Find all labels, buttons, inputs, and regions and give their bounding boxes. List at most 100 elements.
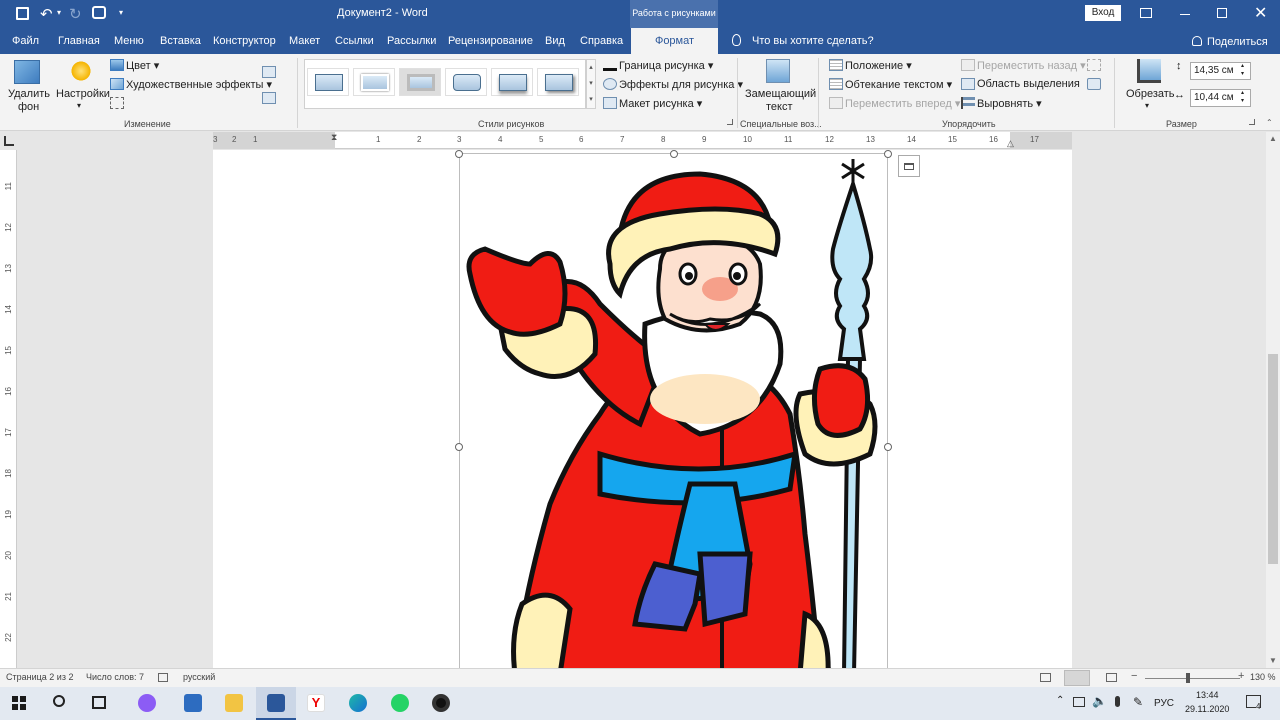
tab-mailings[interactable]: Рассылки	[387, 35, 436, 47]
tab-file[interactable]: Файл	[12, 35, 39, 47]
volume-icon[interactable]: 🔈	[1092, 694, 1107, 708]
selection-pane-button[interactable]: Область выделения	[977, 78, 1080, 90]
tab-view[interactable]: Вид	[545, 35, 565, 47]
santa-picture[interactable]	[459, 153, 888, 668]
picture-style-2[interactable]	[353, 68, 395, 96]
zoom-slider[interactable]	[1145, 678, 1240, 679]
tab-review[interactable]: Рецензирование	[448, 35, 533, 47]
tab-home[interactable]: Главная	[58, 35, 100, 47]
picture-style-3[interactable]	[399, 68, 441, 96]
undo-dropdown-icon[interactable]: ▾	[57, 8, 61, 17]
word-count[interactable]: Число слов: 7	[86, 672, 144, 682]
scroll-up-icon[interactable]: ▲	[1269, 134, 1277, 143]
change-picture-icon[interactable]	[262, 92, 276, 104]
picture-style-5[interactable]	[491, 68, 533, 96]
tab-selector[interactable]	[4, 136, 14, 146]
alt-text-button[interactable]: Замещающий	[745, 88, 816, 100]
close-icon[interactable]: ✕	[1254, 3, 1267, 23]
signin-button[interactable]: Вход	[1085, 5, 1121, 21]
tab-help[interactable]: Справка	[580, 35, 623, 47]
tab-menu[interactable]: Меню	[114, 35, 144, 47]
edge-browser-icon[interactable]	[349, 694, 367, 712]
position-button[interactable]: Положение ▾	[845, 59, 912, 72]
editor-app-icon[interactable]	[184, 694, 202, 712]
vertical-ruler[interactable]: 11 12 13 14 15 16 17 18 19 20 21 22	[0, 150, 17, 668]
height-spinner[interactable]: ▴ ▾	[1241, 62, 1244, 78]
yandex-browser-icon[interactable]: Y	[307, 694, 325, 712]
picture-style-6[interactable]	[537, 68, 579, 96]
network-icon[interactable]	[1073, 697, 1085, 707]
save-icon[interactable]	[16, 7, 29, 20]
screen-recorder-icon[interactable]	[432, 694, 450, 712]
rotate-icon[interactable]	[1087, 78, 1101, 90]
indent-marker[interactable]: ⧗	[331, 132, 337, 143]
input-language[interactable]: РУС	[1154, 698, 1174, 709]
bring-forward-button[interactable]: Переместить вперед ▾	[845, 97, 960, 110]
restore-icon[interactable]	[1217, 8, 1227, 18]
resize-handle-top[interactable]	[670, 150, 678, 158]
tab-references[interactable]: Ссылки	[335, 35, 374, 47]
whatsapp-icon[interactable]	[391, 694, 409, 712]
crop-button[interactable]: Обрезать	[1126, 88, 1175, 100]
tab-format[interactable]: Формат	[631, 28, 718, 54]
word-taskbar-button[interactable]	[256, 687, 296, 720]
redo-icon[interactable]: ↻	[69, 5, 82, 23]
compress-pictures-icon[interactable]	[262, 66, 276, 78]
group-objects-icon[interactable]	[1087, 59, 1101, 71]
proofing-icon[interactable]	[158, 673, 168, 682]
qat-customize-icon[interactable]: ▾	[119, 8, 123, 17]
align-button[interactable]: Выровнять ▾	[977, 97, 1042, 110]
vertical-scrollbar[interactable]: ▲ ▼	[1266, 132, 1280, 668]
read-mode-icon[interactable]	[1040, 673, 1051, 682]
undo-icon[interactable]: ↶	[40, 5, 53, 23]
picture-effects-button[interactable]: Эффекты для рисунка ▾	[619, 78, 743, 91]
dialog-launcher-icon[interactable]	[1249, 119, 1255, 125]
color-button[interactable]: Цвет ▾	[126, 59, 159, 72]
transparency-icon[interactable]	[110, 97, 124, 109]
zoom-level[interactable]: 130 %	[1250, 672, 1276, 682]
page-count[interactable]: Страница 2 из 2	[6, 672, 73, 682]
resize-handle-right[interactable]	[884, 443, 892, 451]
horizontal-ruler[interactable]	[213, 132, 1072, 149]
picture-styles-gallery[interactable]	[304, 59, 586, 109]
collapse-ribbon-icon[interactable]: ⌃	[1266, 118, 1273, 127]
tab-insert[interactable]: Вставка	[160, 35, 201, 47]
zoom-in-icon[interactable]: +	[1238, 670, 1244, 682]
print-layout-icon[interactable]	[1064, 670, 1090, 686]
send-backward-button[interactable]: Переместить назад ▾	[977, 59, 1086, 72]
scroll-down-icon[interactable]: ▼	[1269, 656, 1277, 665]
task-view-icon[interactable]	[92, 696, 106, 709]
picture-layout-button[interactable]: Макет рисунка ▾	[619, 97, 702, 110]
language-indicator[interactable]: русский	[183, 672, 215, 682]
wrap-text-button[interactable]: Обтекание текстом ▾	[845, 78, 952, 91]
resize-handle-left[interactable]	[455, 443, 463, 451]
clock-date[interactable]: 29.11.2020	[1185, 704, 1229, 714]
tell-me-box[interactable]: Что вы хотите сделать?	[752, 35, 874, 47]
picture-border-button[interactable]: Граница рисунка ▾	[619, 59, 713, 72]
minimize-icon[interactable]	[1180, 14, 1190, 15]
scrollbar-thumb[interactable]	[1268, 354, 1278, 564]
remove-background-button[interactable]: Удалить	[8, 88, 50, 100]
artistic-effects-button[interactable]: Художественные эффекты ▾	[126, 78, 272, 91]
zoom-out-icon[interactable]: −	[1131, 670, 1137, 682]
file-explorer-icon[interactable]	[225, 694, 243, 712]
web-layout-icon[interactable]	[1106, 673, 1117, 682]
alice-assistant-icon[interactable]	[138, 694, 156, 712]
dialog-launcher-icon[interactable]	[727, 119, 733, 125]
zoom-slider-thumb[interactable]	[1186, 673, 1190, 683]
right-indent-marker[interactable]: △	[1007, 138, 1014, 149]
picture-style-4[interactable]	[445, 68, 487, 96]
resize-handle-top-left[interactable]	[455, 150, 463, 158]
share-button[interactable]: Поделиться	[1207, 36, 1268, 48]
windows-start-icon[interactable]	[12, 696, 26, 710]
width-spinner[interactable]: ▴ ▾	[1241, 89, 1244, 105]
picture-style-1[interactable]	[307, 68, 349, 96]
gallery-scroll[interactable]: ▴ ▾ ▾	[586, 59, 596, 109]
ribbon-display-icon[interactable]	[1140, 8, 1152, 18]
show-hidden-icons-icon[interactable]: ⌃	[1056, 695, 1064, 706]
layout-options-button[interactable]	[898, 155, 920, 177]
tab-design[interactable]: Конструктор	[213, 35, 276, 47]
clock-time[interactable]: 13:44	[1196, 690, 1219, 700]
corrections-button[interactable]: Настройки	[56, 88, 110, 100]
touch-mode-icon[interactable]	[92, 6, 106, 19]
